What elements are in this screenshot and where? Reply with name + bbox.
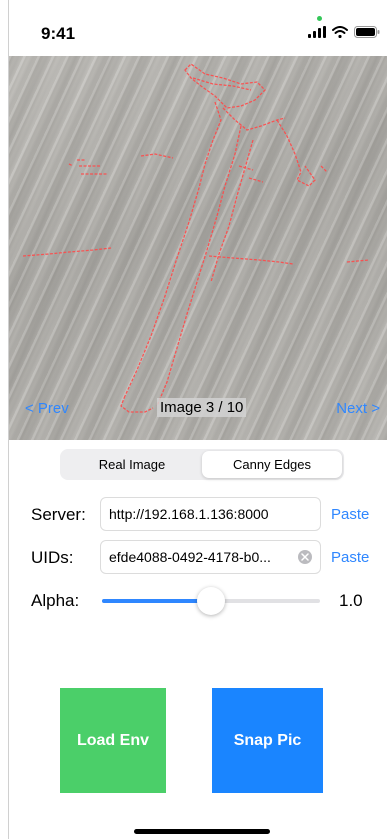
snap-pic-button[interactable]: Snap Pic	[212, 688, 323, 793]
status-time: 9:41	[41, 24, 76, 43]
signal-icon	[308, 26, 326, 38]
uids-value: efde4088-0492-4178-b0...	[109, 549, 271, 565]
status-icons	[308, 26, 380, 38]
status-bar: 9:41	[9, 0, 387, 56]
prev-image-button[interactable]: < Prev	[25, 400, 69, 417]
alpha-label: Alpha:	[31, 591, 80, 610]
alpha-slider-fill	[102, 599, 211, 603]
alpha-slider-thumb[interactable]	[197, 587, 225, 615]
canny-edge-overlay	[22, 63, 370, 413]
clear-text-icon[interactable]	[298, 550, 312, 564]
uids-label: UIDs:	[31, 548, 74, 567]
camera-image-view: < Prev Image 3 / 10 Next >	[9, 56, 387, 440]
alpha-slider[interactable]	[102, 587, 320, 615]
load-env-button[interactable]: Load Env	[60, 688, 166, 793]
battery-icon	[354, 26, 380, 38]
paste-server-button[interactable]: Paste	[331, 506, 369, 523]
server-url-field[interactable]: http://192.168.1.136:8000	[100, 497, 321, 531]
uids-field[interactable]: efde4088-0492-4178-b0...	[100, 540, 321, 574]
segment-canny-edges[interactable]: Canny Edges	[202, 451, 342, 478]
next-image-button[interactable]: Next >	[336, 400, 380, 417]
paste-uids-button[interactable]: Paste	[331, 549, 369, 566]
home-indicator	[134, 829, 270, 834]
privacy-indicator-dot	[317, 16, 322, 21]
server-url-value: http://192.168.1.136:8000	[109, 506, 269, 522]
image-counter: Image 3 / 10	[157, 398, 247, 417]
alpha-value: 1.0	[339, 591, 363, 610]
server-label: Server:	[31, 505, 86, 524]
segment-real-image[interactable]: Real Image	[62, 451, 202, 478]
app-screen: 9:41 < Prev Image 3 / 10 Next > Real Ima…	[8, 0, 387, 839]
image-mode-segmented-control: Real Image Canny Edges	[60, 449, 344, 480]
wifi-icon	[332, 26, 348, 38]
